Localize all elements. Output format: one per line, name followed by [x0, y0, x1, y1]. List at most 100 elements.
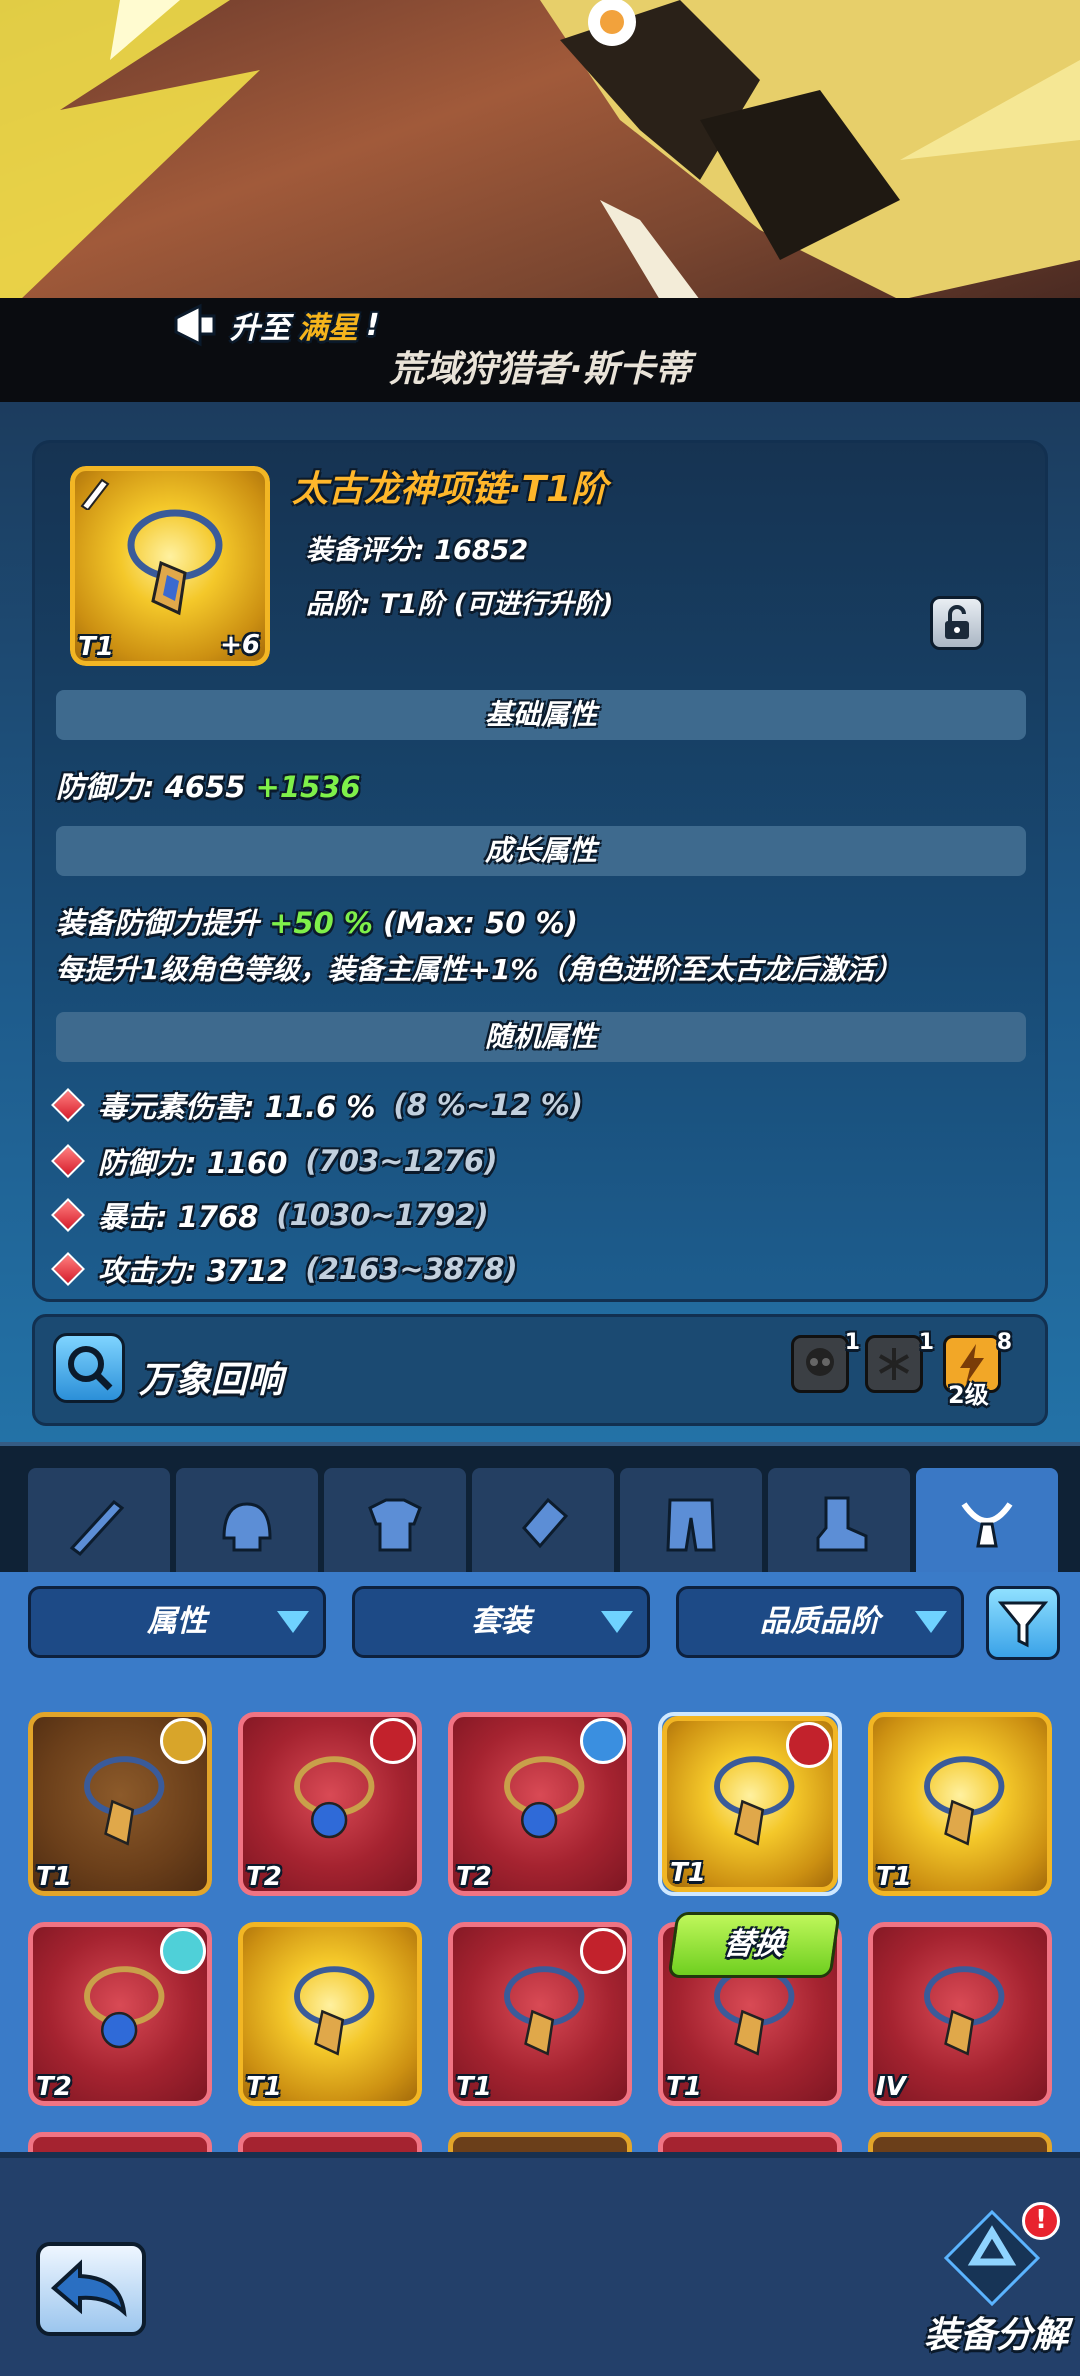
lock-button[interactable] [930, 596, 984, 650]
equipment-slot[interactable]: IV [868, 1922, 1052, 2106]
item-icon: T1 +6 [70, 466, 270, 666]
chevron-down-icon [277, 1611, 309, 1633]
random-stat-range: (1030~1792) [276, 1198, 489, 1232]
diamond-icon [51, 1144, 85, 1178]
unlock-icon [945, 605, 969, 639]
necklace-icon [294, 1756, 375, 1839]
slot-tier: T2 [36, 2072, 72, 2102]
bottom-bar: ! 装备分解 [0, 2152, 1080, 2376]
echo-label: 万象回响 [139, 1360, 284, 1401]
slot-tier: T1 [456, 2072, 492, 2102]
base-stat-label: 防御力: 4655 [56, 770, 246, 804]
random-stat-row: 攻击力: 3712 (2163~3878) [51, 1248, 518, 1290]
necklace-icon [294, 1966, 375, 2056]
diamond-icon [51, 1198, 85, 1232]
necklace-icon [127, 509, 223, 616]
necklace-icon [924, 1966, 1005, 2056]
chevron-down-icon [601, 1611, 633, 1633]
tab-armor[interactable] [324, 1468, 466, 1576]
filter-set[interactable]: 套装 [352, 1586, 650, 1658]
filter-button[interactable] [986, 1586, 1060, 1660]
random-stat-row: 防御力: 1160 (703~1276) [51, 1140, 498, 1182]
tab-boots[interactable] [768, 1468, 910, 1576]
slot-tier: T2 [456, 1862, 492, 1892]
set-badge-icon [370, 1718, 416, 1764]
filter-attr-label: 属性 [147, 1604, 207, 1639]
echo-bar[interactable]: 万象回响 1 1 8 2级 [32, 1314, 1048, 1426]
random-stat-range: (703~1276) [305, 1144, 498, 1178]
item-score: 装备评分: 16852 [306, 535, 529, 566]
lightning-level: 2级 [948, 1381, 989, 1409]
slot-tier: T1 [876, 1862, 912, 1892]
hero-art [0, 0, 1080, 300]
weapon-icon [69, 1499, 125, 1557]
growth-prefix: 装备防御力提升 [56, 906, 260, 940]
slot-tier: IV [876, 2072, 906, 2102]
equipment-slot[interactable]: T1 [448, 1922, 632, 2106]
filter-attr[interactable]: 属性 [28, 1586, 326, 1658]
item-tier: T1 [78, 632, 114, 662]
pants-icon [666, 1498, 716, 1552]
necklace-tab-icon [961, 1502, 1013, 1548]
lightning-count: 8 [996, 1330, 1012, 1355]
salvage-label[interactable]: 装备分解 [924, 2306, 1068, 2358]
filter-quality[interactable]: 品质品阶 [676, 1586, 964, 1658]
filter-quality-label: 品质品阶 [760, 1604, 880, 1639]
slot-tier: T1 [246, 2072, 282, 2102]
tab-weapon[interactable] [28, 1468, 170, 1576]
random-stat-label: 毒元素伤害: 11.6 % [98, 1090, 376, 1124]
announce-suffix: ! [366, 307, 380, 343]
search-icon [68, 1346, 113, 1391]
boots-icon [816, 1496, 868, 1552]
slot-tier: T1 [36, 1862, 72, 1892]
replace-button[interactable]: 替换 [667, 1912, 841, 1978]
necklace-icon [84, 1966, 165, 2049]
tab-necklace[interactable] [916, 1468, 1058, 1576]
growth-suffix: (Max: 50 %) [383, 906, 578, 940]
skull-count: 1 [844, 1330, 860, 1355]
necklace-icon [714, 1756, 795, 1846]
echo-search-button[interactable] [53, 1333, 125, 1403]
next-row-peek [28, 2132, 1052, 2152]
tab-glove[interactable] [472, 1468, 614, 1576]
equipment-slot[interactable]: T2 [448, 1712, 632, 1896]
section-base: 基础属性 [56, 690, 1026, 740]
random-stat-range: (2163~3878) [305, 1252, 518, 1286]
glove-icon [522, 1497, 569, 1549]
equipment-slot[interactable]: T1 [238, 1922, 422, 2106]
random-stat-label: 攻击力: 3712 [98, 1254, 288, 1288]
random-stat-row: 暴击: 1768 (1030~1792) [51, 1194, 489, 1236]
random-stat-label: 暴击: 1768 [98, 1200, 259, 1234]
random-stat-row: 毒元素伤害: 11.6 % (8 %~12 %) [51, 1084, 583, 1126]
filter-icon [997, 1601, 1049, 1648]
item-plus: +6 [220, 630, 260, 660]
set-badge-icon [580, 1718, 626, 1764]
diamond-icon [51, 1252, 85, 1286]
necklace-icon [924, 1756, 1005, 1846]
equipment-slot[interactable]: T1 [868, 1712, 1052, 1896]
alert-badge: ! [1022, 2202, 1060, 2240]
back-button[interactable] [36, 2242, 146, 2336]
tab-helmet[interactable] [176, 1468, 318, 1576]
equipment-slot-selected[interactable]: T1 [658, 1712, 842, 1896]
growth-line-1: 装备防御力提升 +50 % (Max: 50 %) [56, 900, 578, 942]
filter-set-label: 套装 [471, 1604, 531, 1639]
skull-glyph-icon [806, 1348, 834, 1376]
item-name: 太古龙神项链·T1阶 [292, 469, 608, 510]
lightning-icon[interactable]: 8 2级 [943, 1330, 1012, 1409]
equipment-slot[interactable]: T2 [238, 1712, 422, 1896]
set-badge-icon [786, 1722, 832, 1768]
random-stat-label: 防御力: 1160 [98, 1146, 288, 1180]
skull-icon[interactable]: 1 [791, 1330, 860, 1393]
equipment-tabs [0, 1442, 1080, 1576]
back-arrow-icon [50, 2259, 127, 2317]
snowflake-icon[interactable]: 1 [865, 1330, 934, 1393]
equipment-slot[interactable]: T1 [28, 1712, 212, 1896]
tab-pants[interactable] [620, 1468, 762, 1576]
equipment-slot[interactable]: T2 [28, 1922, 212, 2106]
helmet-icon [222, 1502, 272, 1552]
hero-banner [0, 0, 1080, 300]
snowflake-count: 1 [918, 1330, 934, 1355]
slot-tier: T1 [670, 1858, 706, 1888]
chevron-down-icon [915, 1611, 947, 1633]
